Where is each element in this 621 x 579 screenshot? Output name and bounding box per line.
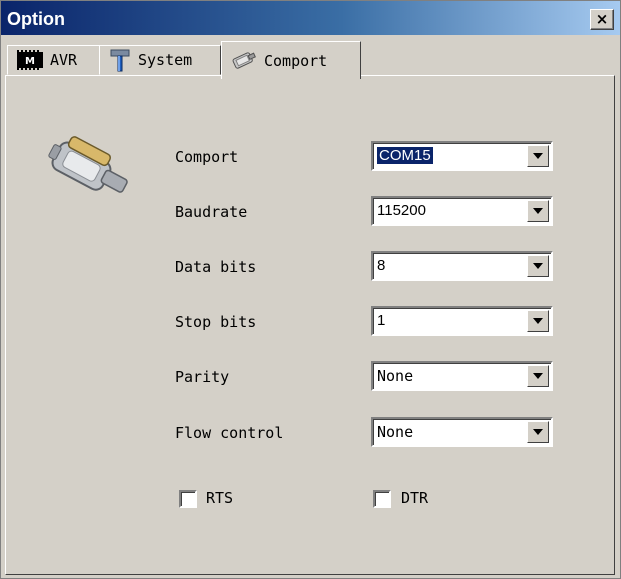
chevron-down-icon xyxy=(533,208,543,214)
data-bits-select[interactable]: 8 xyxy=(371,251,553,281)
stop-bits-select[interactable]: 1 xyxy=(371,306,553,336)
comport-dropdown-button[interactable] xyxy=(527,145,549,167)
svg-text:M: M xyxy=(25,56,35,67)
comport-select[interactable]: COM15 xyxy=(371,141,553,171)
dtr-label[interactable]: DTR xyxy=(401,489,428,507)
tab-label: AVR xyxy=(50,51,78,69)
option-window: Option × M AVR System Comport Comport CO… xyxy=(0,0,621,579)
close-button[interactable]: × xyxy=(590,9,614,30)
parity-label: Parity xyxy=(175,368,230,386)
parity-select[interactable]: None xyxy=(371,361,553,391)
chevron-down-icon xyxy=(533,429,543,435)
tab-label: System xyxy=(138,51,193,69)
rts-label[interactable]: RTS xyxy=(206,489,233,507)
close-icon: × xyxy=(595,10,609,28)
baudrate-value: 115200 xyxy=(377,202,426,219)
flow-control-label: Flow control xyxy=(175,424,284,442)
dtr-checkbox[interactable] xyxy=(373,490,391,508)
parity-value: None xyxy=(377,367,414,385)
tab-system[interactable]: System xyxy=(99,45,221,75)
title-bar[interactable]: Option × xyxy=(1,1,620,35)
stop-bits-value: 1 xyxy=(377,312,386,329)
data-bits-value: 8 xyxy=(377,257,386,274)
data-bits-label: Data bits xyxy=(175,258,257,276)
chevron-down-icon xyxy=(533,318,543,324)
comport-value: COM15 xyxy=(376,146,434,165)
rts-checkbox[interactable] xyxy=(179,490,197,508)
window-title: Option xyxy=(7,9,65,29)
chevron-down-icon xyxy=(533,153,543,159)
hammer-icon xyxy=(110,49,130,72)
serial-connector-icon xyxy=(48,136,128,193)
parity-dropdown-button[interactable] xyxy=(527,365,549,387)
chevron-down-icon xyxy=(533,263,543,269)
chip-icon: M xyxy=(17,50,43,70)
comport-label: Comport xyxy=(175,148,239,166)
tab-strip: M AVR System Comport xyxy=(7,41,617,79)
baudrate-label: Baudrate xyxy=(175,203,248,221)
data-bits-dropdown-button[interactable] xyxy=(527,255,549,277)
stop-bits-dropdown-button[interactable] xyxy=(527,310,549,332)
serial-port-icon xyxy=(232,51,256,69)
chevron-down-icon xyxy=(533,373,543,379)
baudrate-dropdown-button[interactable] xyxy=(527,200,549,222)
tab-avr[interactable]: M AVR xyxy=(7,45,101,75)
tab-comport[interactable]: Comport xyxy=(221,41,361,79)
flow-control-select[interactable]: None xyxy=(371,417,553,447)
baudrate-select[interactable]: 115200 xyxy=(371,196,553,226)
stop-bits-label: Stop bits xyxy=(175,313,257,331)
flow-control-dropdown-button[interactable] xyxy=(527,421,549,443)
flow-control-value: None xyxy=(377,423,414,441)
tab-label: Comport xyxy=(264,51,328,70)
